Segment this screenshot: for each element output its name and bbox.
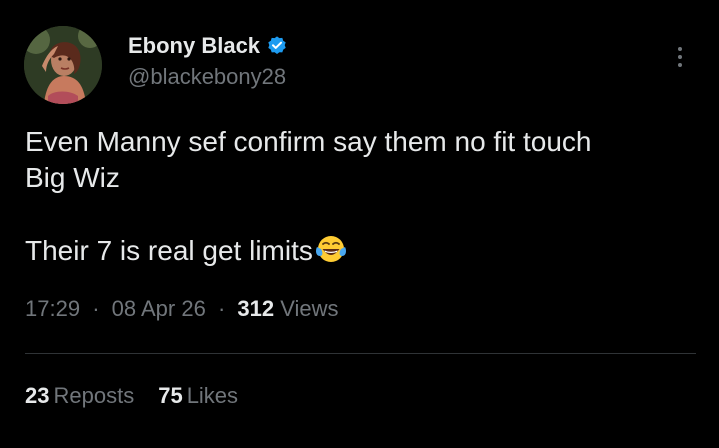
views-label[interactable]: Views xyxy=(280,296,338,321)
tweet-card: Ebony Black @blackebony28 Even Manny sef… xyxy=(0,0,719,448)
engagement-stats: 23 Reposts 75 Likes xyxy=(25,383,238,409)
avatar[interactable] xyxy=(24,26,102,104)
tweet-meta: 17:29 · 08 Apr 26 · 312 Views xyxy=(25,296,339,322)
tears-of-joy-emoji-icon xyxy=(314,232,348,266)
tweet-text-line: Their 7 is real get limits xyxy=(25,232,695,269)
more-dot-icon xyxy=(678,47,682,51)
reposts-stat[interactable]: 23 Reposts xyxy=(25,383,134,409)
reposts-count: 23 xyxy=(25,383,50,408)
views-count[interactable]: 312 xyxy=(237,296,274,321)
verified-badge-icon[interactable] xyxy=(266,35,288,57)
meta-separator: · xyxy=(92,296,100,321)
tweet-text-line-content: Their 7 is real get limits xyxy=(25,235,313,266)
divider xyxy=(25,353,696,354)
likes-label: Likes xyxy=(186,383,239,408)
tweet-time[interactable]: 17:29 xyxy=(25,296,80,321)
more-dot-icon xyxy=(678,63,682,67)
likes-stat[interactable]: 75 Likes xyxy=(158,383,238,409)
tweet-text-line: Big Wiz xyxy=(25,162,120,193)
more-dot-icon xyxy=(678,55,682,59)
tweet-date[interactable]: 08 Apr 26 xyxy=(112,296,206,321)
author-handle[interactable]: @blackebony28 xyxy=(128,64,286,90)
likes-count: 75 xyxy=(158,383,183,408)
tweet-text-line: Even Manny sef confirm say them no fit t… xyxy=(25,126,592,157)
author-name-text[interactable]: Ebony Black xyxy=(128,33,260,59)
reposts-label: Reposts xyxy=(53,383,135,408)
author-name[interactable]: Ebony Black xyxy=(128,33,288,59)
more-options-button[interactable] xyxy=(670,40,690,74)
meta-separator: · xyxy=(217,296,226,321)
tweet-text: Even Manny sef confirm say them no fit t… xyxy=(25,124,695,269)
